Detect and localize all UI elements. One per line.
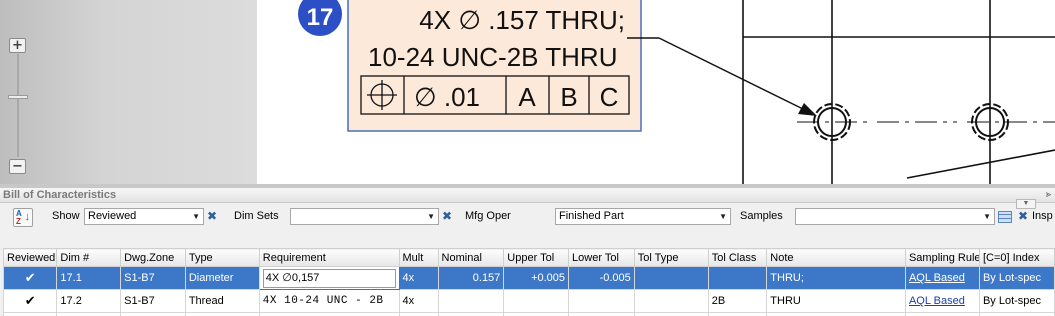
column-header-type[interactable]: Type: [184, 248, 260, 267]
chevron-down-icon: ▼: [719, 212, 727, 221]
note-cell[interactable]: THRU;: [766, 266, 906, 290]
requirement-cell[interactable]: 4X ∅0,157: [258, 266, 400, 290]
bill-of-characteristics-panel: Bill of Characteristics ⪢ A Z ↓ Show Rev…: [0, 184, 1055, 316]
zoom-in-button[interactable]: +: [9, 38, 26, 53]
mfg-oper-dropdown[interactable]: Finished Part ▼: [555, 208, 731, 225]
sampling-rule-cell[interactable]: AQL Based: [904, 266, 980, 290]
mfg-oper-label: Mfg Oper: [465, 210, 511, 222]
leader-line: [627, 37, 806, 111]
tol-type-cell[interactable]: [633, 266, 709, 290]
zoom-out-button[interactable]: −: [9, 159, 26, 174]
zone-cell[interactable]: S1-B7: [120, 266, 186, 290]
requirement-editor[interactable]: 4X ∅0,157: [262, 268, 396, 288]
samples-label: Samples: [740, 210, 783, 222]
note-cell[interactable]: THRU: [766, 289, 906, 313]
sampling-rule-link[interactable]: AQL Based: [909, 295, 965, 307]
mult-cell[interactable]: 4x: [398, 289, 439, 313]
tol-class-cell[interactable]: [707, 266, 768, 290]
index-cell[interactable]: By Lot-spec: [978, 266, 1055, 290]
dim-cell[interactable]: 17.2: [56, 289, 122, 313]
dim-sets-dropdown[interactable]: ▼: [290, 208, 439, 225]
dim-cell[interactable]: 17.1: [56, 266, 122, 290]
zone-cell[interactable]: S1-B7: [120, 289, 186, 313]
column-header-zone[interactable]: Dwg.Zone: [120, 248, 186, 267]
lower-tol-cell[interactable]: [568, 289, 635, 313]
samples-dropdown[interactable]: ▼: [795, 208, 995, 225]
column-header-reviewed[interactable]: Reviewed: [3, 248, 58, 267]
column-header-mult[interactable]: Mult: [398, 248, 439, 267]
requirement-cell[interactable]: 4X 10-24 UNC - 2B: [258, 289, 400, 313]
upper-tol-cell[interactable]: +0.005: [503, 266, 570, 290]
sampling-rule-cell[interactable]: AQL Based: [904, 289, 980, 313]
fcf-tolerance: ∅ .01: [414, 82, 480, 112]
show-dropdown[interactable]: Reviewed ▼: [84, 208, 204, 225]
column-header-note[interactable]: Note: [766, 248, 906, 267]
chevron-down-icon: ▼: [192, 212, 200, 221]
zoom-slider-thumb[interactable]: [8, 95, 28, 99]
filter-toolbar: A Z ↓ Show Reviewed ▼ ✖ Dim Sets ▼ ✖ Mfg…: [0, 199, 1055, 244]
nominal-cell[interactable]: 0.157: [437, 266, 505, 290]
upper-tol-cell[interactable]: [503, 289, 570, 313]
lower-tol-cell[interactable]: -0.005: [568, 266, 635, 290]
pin-icon[interactable]: ⪢: [1046, 189, 1051, 200]
zoom-panel: + −: [0, 0, 257, 184]
sort-z-icon: Z: [16, 217, 21, 226]
fcf-datum-a: A: [518, 82, 536, 112]
tol-type-cell[interactable]: [633, 289, 709, 313]
type-cell[interactable]: Diameter: [184, 266, 260, 290]
column-header-dim[interactable]: Dim #: [56, 248, 122, 267]
fcf-datum-b: B: [560, 82, 577, 112]
chevron-down-icon: ▼: [983, 212, 991, 221]
zoom-slider-track[interactable]: [17, 54, 19, 157]
callout-line1: 4X ∅ .157 THRU;: [419, 5, 625, 35]
mfg-oper-value: Finished Part: [559, 210, 624, 222]
sort-button[interactable]: A Z ↓: [13, 208, 33, 227]
sort-arrow-icon: ↓: [24, 211, 31, 223]
nominal-cell[interactable]: [437, 289, 505, 313]
panel-title: Bill of Characteristics: [3, 189, 117, 201]
mult-cell[interactable]: 4x: [398, 266, 439, 290]
column-header-tol-type[interactable]: Tol Type: [633, 248, 709, 267]
column-header-requirement[interactable]: Requirement: [258, 248, 400, 267]
tol-class-cell[interactable]: 2B: [707, 289, 768, 313]
leader-arrowhead: [798, 103, 817, 116]
column-header-lower-tol[interactable]: Lower Tol: [568, 248, 635, 267]
column-header-upper-tol[interactable]: Upper Tol: [503, 248, 570, 267]
column-header-index[interactable]: [C=0] Index: [978, 248, 1055, 267]
panel-title-bar: Bill of Characteristics ⪢: [0, 188, 1055, 203]
chevron-down-icon: ▼: [427, 212, 435, 221]
grid-view-icon[interactable]: [998, 211, 1012, 223]
header-row: Reviewed Dim # Dwg.Zone Type Requirement…: [3, 248, 1055, 267]
column-header-nominal[interactable]: Nominal: [437, 248, 505, 267]
insp-pro-button[interactable]: Insp Pro: [1032, 208, 1055, 225]
center-lines: [797, 92, 1055, 150]
show-clear-icon[interactable]: ✖: [207, 209, 217, 223]
dim-sets-clear-icon[interactable]: ✖: [442, 209, 452, 223]
characteristics-table: Reviewed Dim # Dwg.Zone Type Requirement…: [3, 248, 1055, 316]
sampling-rule-link[interactable]: AQL Based: [909, 272, 965, 284]
balloon-number: 17: [307, 4, 334, 31]
show-label: Show: [52, 210, 80, 222]
table-row[interactable]: ✔ 17.1 S1-B7 Diameter 4X ∅0,157 4x 0.157…: [3, 266, 1055, 290]
index-cell[interactable]: By Lot-spec: [978, 289, 1055, 313]
dim-sets-label: Dim Sets: [234, 210, 279, 222]
column-header-tol-class[interactable]: Tol Class: [707, 248, 768, 267]
reviewed-checkbox[interactable]: ✔: [3, 266, 58, 290]
table-row[interactable]: ✔ 17.2 S1-B7 Thread 4X 10-24 UNC - 2B 4x…: [3, 289, 1055, 313]
callout-line2: 10-24 UNC-2B THRU: [368, 42, 617, 72]
drawing-canvas[interactable]: 17 4X ∅ .157 THRU; 10-24 UNC-2B THRU ∅ .…: [257, 0, 1055, 184]
show-value: Reviewed: [88, 210, 137, 222]
table-row-partial[interactable]: [3, 312, 1055, 316]
type-cell[interactable]: Thread: [184, 289, 260, 313]
samples-clear-icon[interactable]: ✖: [1018, 209, 1028, 223]
part-outline: [742, 0, 1055, 184]
characteristics-grid: Reviewed Dim # Dwg.Zone Type Requirement…: [3, 248, 1055, 316]
column-header-sampling-rule[interactable]: Sampling Rule: [904, 248, 980, 267]
fcf-datum-c: C: [600, 82, 619, 112]
drawing-svg: 17 4X ∅ .157 THRU; 10-24 UNC-2B THRU ∅ .…: [298, 0, 1055, 184]
reviewed-checkbox[interactable]: ✔: [3, 289, 58, 313]
